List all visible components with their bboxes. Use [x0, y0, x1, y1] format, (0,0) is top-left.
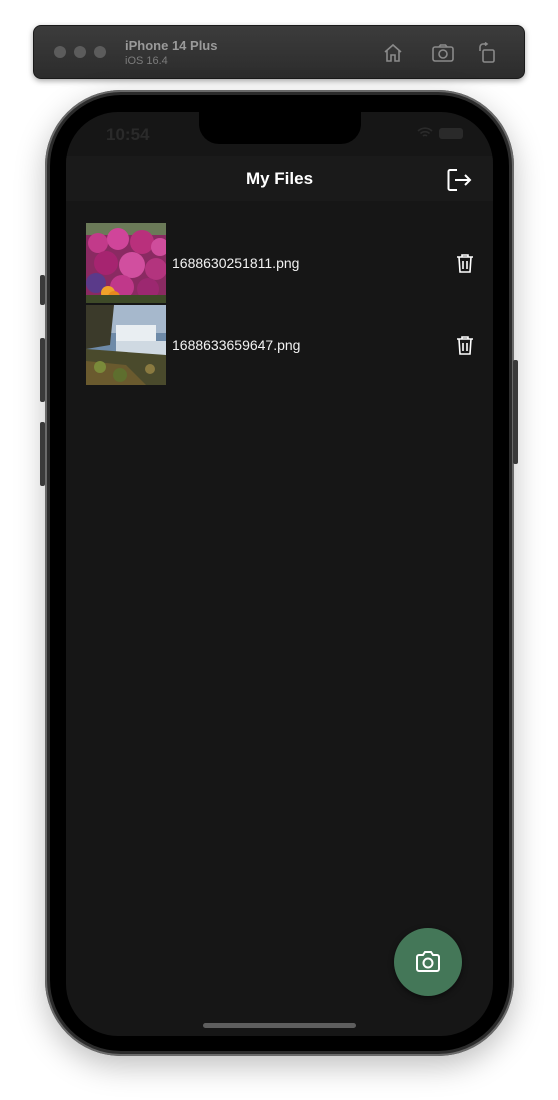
- minimize-window-button[interactable]: [74, 46, 86, 58]
- page-title: My Files: [245, 169, 314, 188]
- battery-icon: [439, 127, 463, 139]
- navigation-bar: My Files: [66, 156, 493, 201]
- file-list: 1688630251811.png 1688633659647.png: [86, 222, 478, 386]
- trash-icon: [457, 254, 473, 273]
- home-button[interactable]: [380, 40, 406, 66]
- camera-icon: [416, 951, 440, 972]
- delete-button[interactable]: [454, 334, 476, 356]
- zoom-window-button[interactable]: [94, 46, 106, 58]
- logout-button[interactable]: [445, 166, 473, 194]
- waterfall-photo: [86, 305, 166, 385]
- screenshot-icon: [432, 44, 454, 62]
- volume-down-button: [40, 422, 45, 486]
- file-name: 1688633659647.png: [172, 337, 301, 353]
- rotate-button[interactable]: [475, 40, 501, 66]
- app-screen: 10:54 My Files 1688630251811.png 1688633…: [66, 112, 493, 1036]
- close-window-button[interactable]: [54, 46, 66, 58]
- os-version: iOS 16.4: [125, 55, 168, 67]
- rotate-icon: [479, 42, 495, 63]
- file-thumbnail: [86, 305, 166, 385]
- flowers-photo: [86, 223, 166, 303]
- file-name: 1688630251811.png: [172, 255, 300, 271]
- list-item[interactable]: 1688633659647.png: [86, 304, 478, 386]
- camera-button[interactable]: [394, 928, 462, 996]
- list-item[interactable]: 1688630251811.png: [86, 222, 478, 304]
- home-icon: [384, 43, 402, 62]
- power-button: [513, 360, 518, 464]
- delete-button[interactable]: [454, 252, 476, 274]
- home-indicator[interactable]: [203, 1023, 356, 1028]
- volume-up-button: [40, 338, 45, 402]
- status-time: 10:54: [106, 125, 150, 144]
- file-thumbnail: [86, 223, 166, 303]
- screenshot-button[interactable]: [430, 40, 456, 66]
- dynamic-notch: [199, 112, 361, 144]
- logout-icon: [447, 169, 472, 191]
- status-icons: [417, 127, 463, 139]
- simulator-toolbar: iPhone 14 Plus iOS 16.4: [33, 25, 525, 79]
- device-name: iPhone 14 Plus: [125, 38, 218, 53]
- silent-switch: [40, 275, 45, 305]
- trash-icon: [457, 336, 473, 355]
- wifi-icon: [417, 127, 433, 137]
